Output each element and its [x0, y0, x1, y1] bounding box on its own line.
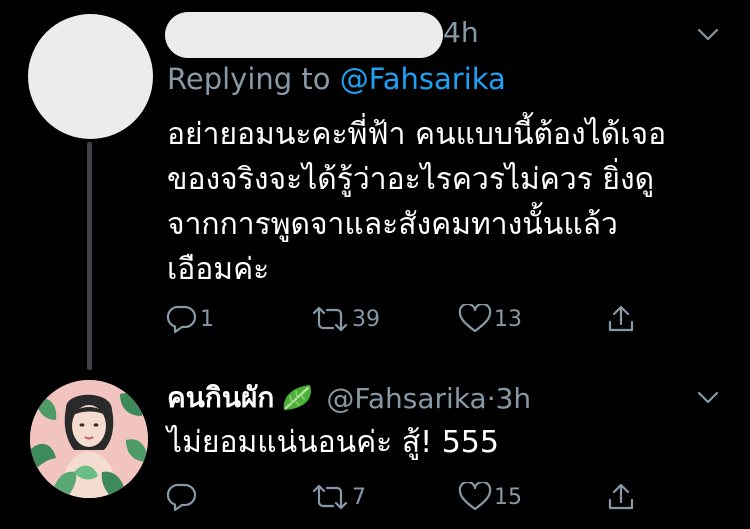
retweet-count: 39	[352, 306, 380, 332]
tweet-text: อย่ายอมนะคะพี่ฟ้า คนแบบนี้ต้องได้เจอ ของ…	[167, 112, 717, 292]
like-count: 15	[494, 484, 522, 510]
illustrated-portrait-avatar	[30, 380, 148, 498]
share-icon	[606, 482, 636, 512]
tweet-text-line: เอือมค่ะ	[167, 252, 270, 287]
share-button[interactable]	[606, 301, 636, 337]
replying-to-line: Replying to @Fahsarika	[167, 62, 506, 96]
reply-count: 1	[200, 306, 214, 332]
share-icon	[606, 304, 636, 334]
chevron-down-icon[interactable]	[696, 390, 720, 406]
separator-dot: ·	[486, 381, 496, 415]
tweet-action-bar: 1 39 13	[160, 301, 660, 337]
chevron-down-icon[interactable]	[696, 27, 720, 43]
share-button[interactable]	[606, 479, 636, 515]
retweet-button[interactable]: 7	[310, 479, 366, 515]
avatar-redacted[interactable]	[28, 14, 153, 139]
reply-icon	[166, 304, 198, 334]
reply-button[interactable]: 1	[166, 301, 214, 337]
tweet-text-line: จากการพูดจาและสังคมทางนั้นแล้ว	[167, 207, 618, 242]
retweet-icon	[310, 304, 350, 334]
like-button[interactable]: 13	[458, 301, 522, 337]
replying-to-label: Replying to	[167, 62, 340, 96]
author-display-name[interactable]: คนกินผัก	[167, 376, 274, 420]
heart-icon	[458, 304, 492, 334]
like-button[interactable]: 15	[458, 479, 522, 515]
thread-connector-line	[87, 142, 92, 370]
tweet-timestamp[interactable]: 4h	[443, 16, 479, 49]
author-name-redacted	[165, 12, 443, 58]
tweet-text-line: อย่ายอมนะคะพี่ฟ้า คนแบบนี้ต้องได้เจอ	[167, 117, 667, 152]
retweet-count: 7	[352, 484, 366, 510]
tweet-action-bar: 7 15	[160, 479, 660, 515]
like-count: 13	[494, 306, 522, 332]
tweet-text: ไม่ยอมแน่นอนค่ะ สู้! 555	[167, 425, 499, 460]
avatar[interactable]	[30, 380, 148, 498]
lettuce-leaf-icon	[280, 383, 316, 413]
reply-icon	[166, 482, 198, 512]
tweet-timestamp[interactable]: 3h	[496, 382, 532, 415]
tweet-text-line: ของจริงจะได้รู้ว่าอะไรควรไม่ควร ยิ่งดู	[167, 162, 655, 197]
replying-to-mention-link[interactable]: @Fahsarika	[340, 62, 506, 96]
author-handle[interactable]: @Fahsarika	[326, 382, 486, 415]
retweet-icon	[310, 482, 350, 512]
reply-button[interactable]	[166, 479, 200, 515]
heart-icon	[458, 482, 492, 512]
retweet-button[interactable]: 39	[310, 301, 380, 337]
tweet-header: คนกินผัก @Fahsarika · 3h	[167, 378, 531, 418]
